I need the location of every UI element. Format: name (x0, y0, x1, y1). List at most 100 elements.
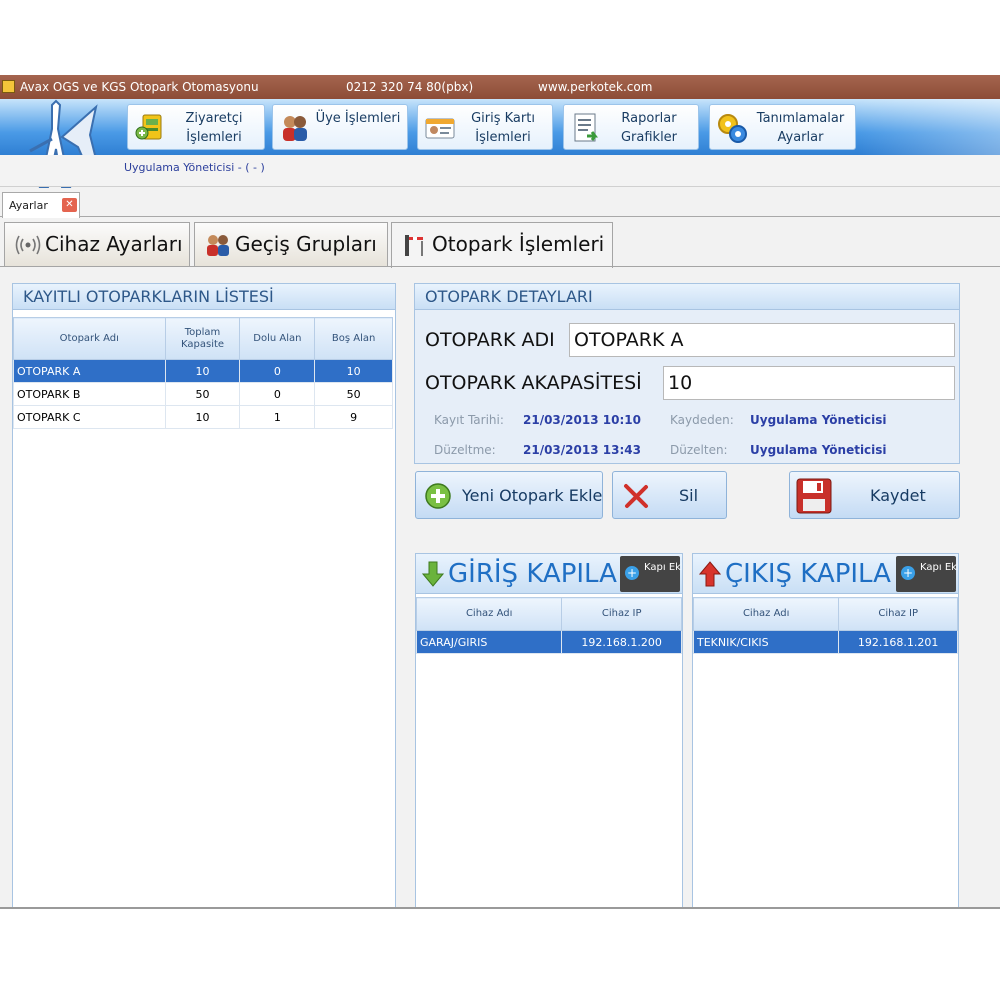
add-exit-gate-label: Kapı Ekle (920, 562, 958, 573)
add-entry-gate-label: Kapı Ekle (644, 562, 682, 573)
add-parking-label: Yeni Otopark Ekle (462, 486, 603, 505)
id-card-icon (425, 118, 455, 139)
edited-by-value: Uygulama Yöneticisi (750, 443, 887, 457)
cell-total-capacity: 50 (164, 382, 241, 406)
table-row[interactable]: OTOPARK A 10 0 10 (13, 359, 393, 383)
table-row[interactable]: TEKNIK/CIKIS 192.168.1.201 (692, 630, 958, 654)
entry-gates-title: GİRİŞ KAPILA (448, 559, 617, 589)
parking-list-panel: KAYITLI OTOPARKLARIN LİSTESİ Otopark Adı… (12, 283, 396, 907)
delete-label: Sil (679, 486, 699, 505)
title-bar: Avax OGS ve KGS Otopark Otomasyonu 0212 … (0, 75, 1000, 99)
parking-details-title: OTOPARK DETAYLARI (415, 284, 959, 310)
parking-name-label: OTOPARK ADI (425, 329, 555, 351)
members-icon (283, 116, 307, 141)
column-header-device-ip[interactable]: Cihaz IP (561, 597, 682, 631)
entry-card-operations-button[interactable]: Giriş Kartı İşlemleri (417, 104, 553, 150)
exit-gates-header: ÇIKIŞ KAPILA + Kapı Ekle (693, 554, 958, 594)
created-date-label: Kayıt Tarihi: (434, 413, 504, 427)
parking-details-panel: OTOPARK DETAYLARI OTOPARK ADI OTOPARK AK… (414, 283, 960, 464)
cell-total-capacity: 10 (164, 405, 241, 429)
website: www.perkotek.com (538, 80, 653, 94)
tab-parking-operations[interactable]: Otopark İşlemleri (391, 222, 613, 268)
add-parking-button[interactable]: Yeni Otopark Ekle (415, 471, 603, 519)
entry-card-operations-label: Giriş Kartı İşlemleri (471, 111, 535, 145)
cell-device-name: GARAJ/GIRIS (415, 630, 563, 654)
column-header-total-capacity[interactable]: Toplam Kapasite (164, 317, 241, 360)
delete-button[interactable]: Sil (612, 471, 727, 519)
arrow-up-icon (699, 561, 721, 587)
settings-document-tab[interactable]: Ayarlar ✕ (2, 192, 80, 218)
cell-parking-name: OTOPARK C (13, 405, 166, 429)
member-operations-label: Üye İşlemleri (315, 111, 401, 126)
floppy-disk-icon (796, 478, 832, 514)
cell-device-name: TEKNIK/CIKIS (692, 630, 840, 654)
add-exit-gate-button[interactable]: + Kapı Ekle (896, 556, 958, 592)
reports-button[interactable]: Raporlar Grafikler (563, 104, 699, 150)
cell-parking-name: OTOPARK B (13, 382, 166, 406)
tab-access-groups-label: Geçiş Grupları (235, 232, 377, 256)
table-row[interactable]: OTOPARK B 50 0 50 (13, 382, 393, 406)
column-header-free[interactable]: Boş Alan (314, 317, 393, 360)
entry-gates-panel: GİRİŞ KAPILA + Kapı Ekle Cihaz Adı Cihaz… (415, 553, 683, 907)
edited-by-label: Düzelten: (670, 443, 728, 457)
entry-gates-table: Cihaz Adı Cihaz IP GARAJ/GIRIS 192.168.1… (415, 597, 682, 654)
visitor-icon (135, 114, 162, 140)
parking-capacity-input[interactable] (663, 366, 955, 400)
close-icon[interactable]: ✕ (62, 198, 77, 212)
visitor-operations-button[interactable]: Ziyaretçi İşlemleri (127, 104, 265, 150)
cell-total-capacity: 10 (164, 359, 241, 383)
add-entry-gate-button[interactable]: + Kapı Ekle (620, 556, 682, 592)
barrier-icon (405, 235, 423, 256)
column-header-parking-name[interactable]: Otopark Adı (13, 317, 166, 360)
gears-icon (718, 114, 747, 143)
parking-name-input[interactable] (569, 323, 955, 357)
parking-capacity-label: OTOPARK AKAPASİTESİ (425, 372, 642, 394)
settings-document-tab-label: Ayarlar (9, 199, 48, 212)
column-header-device-ip[interactable]: Cihaz IP (838, 597, 958, 631)
member-operations-button[interactable]: Üye İşlemleri (272, 104, 408, 150)
column-header-device-name[interactable]: Cihaz Adı (415, 597, 563, 631)
table-row[interactable]: OTOPARK C 10 1 9 (13, 405, 393, 429)
user-bar: Uygulama Yöneticisi - ( - ) (0, 155, 1000, 187)
parking-list-title: KAYITLI OTOPARKLARIN LİSTESİ (13, 284, 395, 310)
tab-device-settings[interactable]: Cihaz Ayarları (4, 222, 190, 266)
group-icon (207, 235, 229, 256)
app-window: Avax OGS ve KGS Otopark Otomasyonu 0212 … (0, 75, 1000, 909)
exit-gates-title: ÇIKIŞ KAPILA (725, 559, 891, 589)
tab-parking-operations-label: Otopark İşlemleri (432, 232, 605, 256)
cell-occupied: 0 (239, 359, 316, 383)
cell-free: 10 (314, 359, 393, 383)
cell-occupied: 0 (239, 382, 316, 406)
cell-device-ip: 192.168.1.201 (838, 630, 958, 654)
table-row[interactable]: GARAJ/GIRIS 192.168.1.200 (415, 630, 682, 654)
plus-icon: + (901, 566, 915, 580)
created-by-label: Kaydeden: (670, 413, 734, 427)
created-by-value: Uygulama Yöneticisi (750, 413, 887, 427)
cell-parking-name: OTOPARK A (13, 359, 166, 383)
save-button[interactable]: Kaydet (789, 471, 960, 519)
arrow-down-icon (422, 561, 444, 587)
tab-device-settings-label: Cihaz Ayarları (45, 232, 183, 256)
antenna-icon (15, 235, 41, 255)
definitions-settings-button[interactable]: Tanımlamalar Ayarlar (709, 104, 856, 150)
tab-access-groups[interactable]: Geçiş Grupları (194, 222, 388, 266)
plus-icon: + (625, 566, 639, 580)
document-tab-bar: Ayarlar ✕ (0, 190, 1000, 218)
save-label: Kaydet (870, 486, 926, 505)
cell-free: 9 (314, 405, 393, 429)
cell-device-ip: 192.168.1.200 (561, 630, 682, 654)
phone-number: 0212 320 74 80(pbx) (346, 80, 474, 94)
definitions-settings-label: Tanımlamalar Ayarlar (756, 111, 845, 145)
exit-gates-panel: ÇIKIŞ KAPILA + Kapı Ekle Cihaz Adı Cihaz… (692, 553, 959, 907)
delete-icon (624, 484, 648, 508)
app-icon (2, 80, 15, 93)
column-header-device-name[interactable]: Cihaz Adı (692, 597, 840, 631)
edited-date-value: 21/03/2013 13:43 (523, 443, 641, 457)
visitor-operations-label: Ziyaretçi İşlemleri (185, 111, 243, 145)
cell-free: 50 (314, 382, 393, 406)
current-user-label: Uygulama Yöneticisi - ( - ) (124, 161, 265, 174)
app-title: Avax OGS ve KGS Otopark Otomasyonu (20, 80, 259, 94)
exit-gates-table: Cihaz Adı Cihaz IP TEKNIK/CIKIS 192.168.… (692, 597, 958, 654)
column-header-occupied[interactable]: Dolu Alan (239, 317, 316, 360)
parking-list-table: Otopark Adı Toplam Kapasite Dolu Alan Bo… (13, 317, 393, 429)
